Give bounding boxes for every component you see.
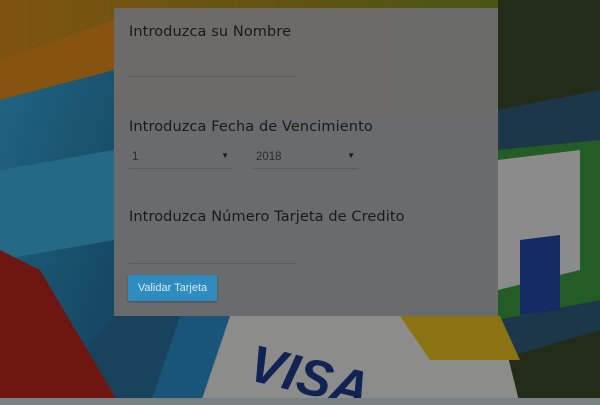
validate-card-button[interactable]: Validar Tarjeta	[128, 275, 217, 301]
expiry-month-value: 1	[132, 151, 139, 163]
expiry-month-select[interactable]: 1 ▼	[129, 147, 232, 169]
name-input[interactable]	[129, 54, 295, 74]
expiry-year-value: 2018	[256, 151, 282, 163]
card-number-input[interactable]	[129, 242, 296, 262]
caret-down-icon: ▼	[221, 151, 229, 160]
card-number-label: Introduzca Número Tarjeta de Credito	[129, 209, 405, 225]
card-validation-form: Introduzca su Nombre Introduzca Fecha de…	[114, 8, 498, 316]
caret-down-icon: ▼	[347, 151, 355, 160]
expiry-year-select[interactable]: 2018 ▼	[253, 147, 358, 169]
name-input-underline	[129, 76, 295, 77]
card-number-input-underline	[129, 263, 296, 264]
name-label: Introduzca su Nombre	[129, 24, 292, 40]
expiry-date-label: Introduzca Fecha de Vencimiento	[129, 119, 373, 135]
